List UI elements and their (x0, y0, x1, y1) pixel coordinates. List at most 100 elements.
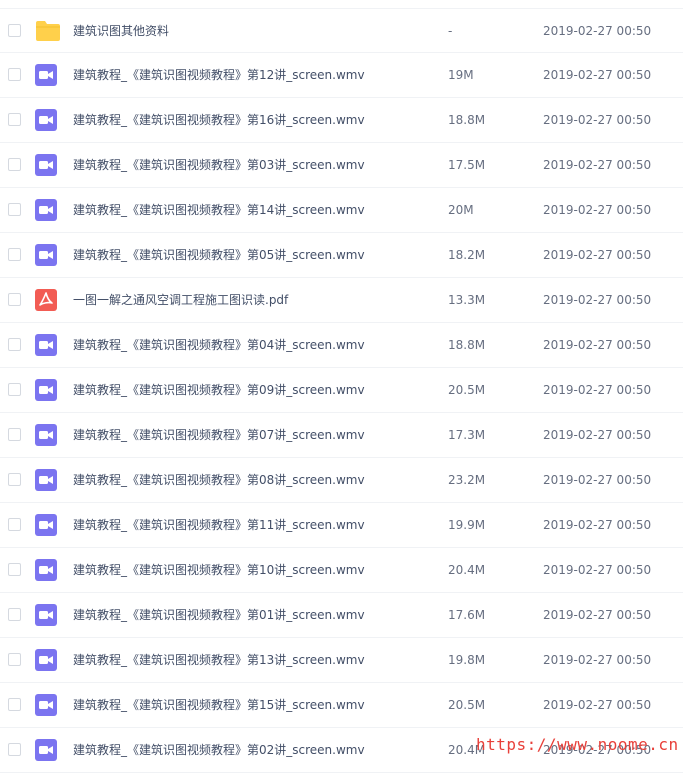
file-row[interactable]: 建筑教程_《建筑识图视频教程》第09讲_screen.wmv 20.5M 2019-… (0, 368, 683, 413)
video-file-icon (35, 199, 57, 221)
file-name[interactable]: 一图一解之通风空调工程施工图识读.pdf (73, 292, 288, 308)
row-checkbox[interactable] (8, 158, 21, 171)
file-size: - (448, 24, 453, 38)
file-row[interactable]: 建筑教程_《建筑识图视频教程》第12讲_screen.wmv 19M 2019-02… (0, 53, 683, 98)
file-name[interactable]: 建筑教程_《建筑识图视频教程》第09讲_screen.wmv (73, 382, 365, 398)
file-modified-time: 2019-02-27 00:50 (543, 293, 652, 307)
file-list: 建筑识图其他资料 -2019-02-27 00:50 建筑教程_《建筑识图视频教程》… (0, 8, 683, 773)
file-size: 20.5M (448, 698, 486, 712)
file-row[interactable]: 建筑教程_《建筑识图视频教程》第07讲_screen.wmv 17.3M 2019-… (0, 413, 683, 458)
folder-icon (35, 20, 60, 42)
file-size: 20.5M (448, 383, 486, 397)
row-checkbox[interactable] (8, 113, 21, 126)
file-name[interactable]: 建筑教程_《建筑识图视频教程》第14讲_screen.wmv (73, 202, 365, 218)
file-size: 18.2M (448, 248, 486, 262)
video-file-icon (35, 604, 57, 626)
file-row[interactable]: 建筑教程_《建筑识图视频教程》第01讲_screen.wmv 17.6M 2019-… (0, 593, 683, 638)
video-file-icon (35, 334, 57, 356)
file-name[interactable]: 建筑教程_《建筑识图视频教程》第15讲_screen.wmv (73, 697, 365, 713)
video-file-icon (35, 379, 57, 401)
file-row[interactable]: 建筑教程_《建筑识图视频教程》第16讲_screen.wmv 18.8M 2019-… (0, 98, 683, 143)
file-modified-time: 2019-02-27 00:50 (543, 203, 652, 217)
file-modified-time: 2019-02-27 00:50 (543, 518, 652, 532)
file-modified-time: 2019-02-27 00:50 (543, 428, 652, 442)
row-checkbox[interactable] (8, 518, 21, 531)
file-name[interactable]: 建筑教程_《建筑识图视频教程》第11讲_screen.wmv (73, 517, 365, 533)
file-row[interactable]: 建筑教程_《建筑识图视频教程》第14讲_screen.wmv 20M 2019-02… (0, 188, 683, 233)
file-row[interactable]: 建筑教程_《建筑识图视频教程》第08讲_screen.wmv 23.2M 2019-… (0, 458, 683, 503)
file-row[interactable]: 建筑识图其他资料 - 2019-02-27 00:50 (0, 8, 683, 53)
video-file-icon (35, 514, 57, 536)
file-name[interactable]: 建筑教程_《建筑识图视频教程》第05讲_screen.wmv (73, 247, 365, 263)
file-row[interactable]: 建筑教程_《建筑识图视频教程》第04讲_screen.wmv 18.8M 2019-… (0, 323, 683, 368)
file-name[interactable]: 建筑教程_《建筑识图视频教程》第12讲_screen.wmv (73, 67, 365, 83)
file-modified-time: 2019-02-27 00:50 (543, 338, 652, 352)
file-row[interactable]: 建筑教程_《建筑识图视频教程》第03讲_screen.wmv 17.5M 2019-… (0, 143, 683, 188)
file-modified-time: 2019-02-27 00:50 (543, 563, 652, 577)
row-checkbox[interactable] (8, 383, 21, 396)
file-modified-time: 2019-02-27 00:50 (543, 113, 652, 127)
file-name[interactable]: 建筑教程_《建筑识图视频教程》第01讲_screen.wmv (73, 607, 365, 623)
row-checkbox[interactable] (8, 473, 21, 486)
file-modified-time: 2019-02-27 00:50 (543, 248, 652, 262)
file-name[interactable]: 建筑教程_《建筑识图视频教程》第08讲_screen.wmv (73, 472, 365, 488)
file-name[interactable]: 建筑教程_《建筑识图视频教程》第10讲_screen.wmv (73, 562, 365, 578)
file-size: 17.5M (448, 158, 486, 172)
row-checkbox[interactable] (8, 248, 21, 261)
file-size: 19.8M (448, 653, 486, 667)
file-modified-time: 2019-02-27 00:50 (543, 383, 652, 397)
file-modified-time: 2019-02-27 00:50 (543, 68, 652, 82)
file-modified-time: 2019-02-27 00:50 (543, 24, 652, 38)
file-row[interactable]: 建筑教程_《建筑识图视频教程》第15讲_screen.wmv 20.5M 2019-… (0, 683, 683, 728)
file-modified-time: 2019-02-27 00:50 (543, 158, 652, 172)
file-size: 18.8M (448, 113, 486, 127)
file-name[interactable]: 建筑教程_《建筑识图视频教程》第02讲_screen.wmv (73, 742, 365, 758)
file-modified-time: 2019-02-27 00:50 (543, 473, 652, 487)
file-row[interactable]: 建筑教程_《建筑识图视频教程》第10讲_screen.wmv 20.4M 2019-… (0, 548, 683, 593)
file-size: 20.4M (448, 563, 486, 577)
row-checkbox[interactable] (8, 743, 21, 756)
file-row[interactable]: 建筑教程_《建筑识图视频教程》第11讲_screen.wmv 19.9M 2019-… (0, 503, 683, 548)
row-checkbox[interactable] (8, 608, 21, 621)
file-size: 18.8M (448, 338, 486, 352)
video-file-icon (35, 739, 57, 761)
row-checkbox[interactable] (8, 24, 21, 37)
video-file-icon (35, 109, 57, 131)
file-modified-time: 2019-02-27 00:50 (543, 698, 652, 712)
row-checkbox[interactable] (8, 653, 21, 666)
row-checkbox[interactable] (8, 338, 21, 351)
video-file-icon (35, 244, 57, 266)
row-checkbox[interactable] (8, 293, 21, 306)
row-checkbox[interactable] (8, 203, 21, 216)
video-file-icon (35, 559, 57, 581)
file-row[interactable]: 建筑教程_《建筑识图视频教程》第13讲_screen.wmv 19.8M 2019-… (0, 638, 683, 683)
row-checkbox[interactable] (8, 563, 21, 576)
file-name[interactable]: 建筑教程_《建筑识图视频教程》第13讲_screen.wmv (73, 652, 365, 668)
file-size: 19M (448, 68, 474, 82)
file-size: 20M (448, 203, 474, 217)
file-size: 13.3M (448, 293, 486, 307)
file-size: 17.3M (448, 428, 486, 442)
row-checkbox[interactable] (8, 698, 21, 711)
video-file-icon (35, 154, 57, 176)
row-checkbox[interactable] (8, 68, 21, 81)
file-modified-time: 2019-02-27 00:50 (543, 653, 652, 667)
file-name[interactable]: 建筑教程_《建筑识图视频教程》第03讲_screen.wmv (73, 157, 365, 173)
file-modified-time: 2019-02-27 00:50 (543, 608, 652, 622)
file-row[interactable]: 一图一解之通风空调工程施工图识读.pdf 13.3M 2019-02-27 00:5… (0, 278, 683, 323)
file-row[interactable]: 建筑教程_《建筑识图视频教程》第05讲_screen.wmv 18.2M 2019-… (0, 233, 683, 278)
file-name[interactable]: 建筑教程_《建筑识图视频教程》第07讲_screen.wmv (73, 427, 365, 443)
file-name[interactable]: 建筑教程_《建筑识图视频教程》第04讲_screen.wmv (73, 337, 365, 353)
file-size: 23.2M (448, 473, 486, 487)
file-size: 17.6M (448, 608, 486, 622)
row-checkbox[interactable] (8, 428, 21, 441)
video-file-icon (35, 64, 57, 86)
file-size: 19.9M (448, 518, 486, 532)
video-file-icon (35, 424, 57, 446)
video-file-icon (35, 469, 57, 491)
file-name[interactable]: 建筑识图其他资料 (73, 23, 169, 39)
video-file-icon (35, 694, 57, 716)
file-name[interactable]: 建筑教程_《建筑识图视频教程》第16讲_screen.wmv (73, 112, 365, 128)
watermark: https://www.noome.cn (476, 735, 679, 754)
video-file-icon (35, 649, 57, 671)
